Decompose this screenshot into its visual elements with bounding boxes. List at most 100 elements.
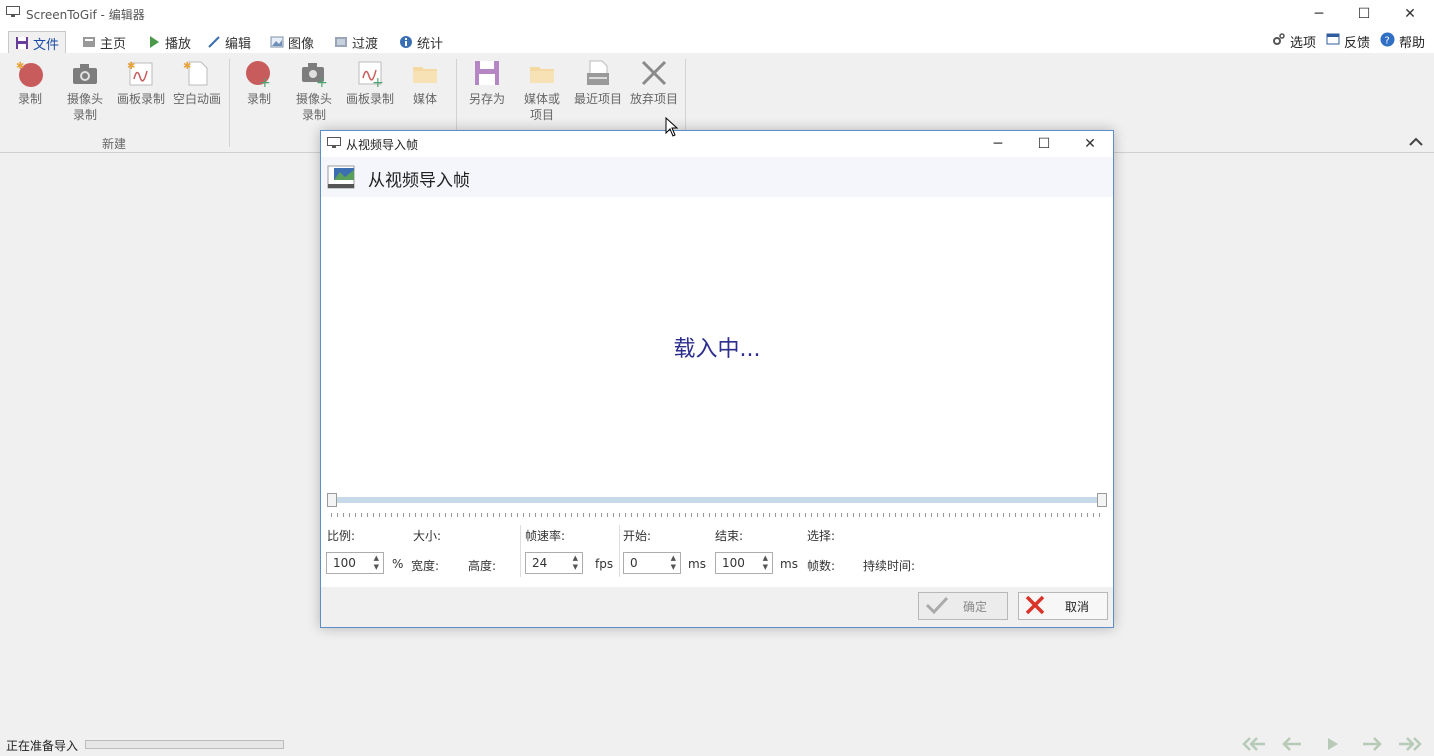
new-board-button[interactable]: ✱ 画板录制 xyxy=(113,59,169,107)
end-stepper[interactable]: 100 ▲ ▼ xyxy=(715,552,773,574)
selection-label: 选择: xyxy=(807,529,836,543)
last-frame-icon[interactable] xyxy=(1398,736,1424,755)
new-record-button[interactable]: ✱ 录制 xyxy=(2,59,58,107)
stepper-arrows-icon[interactable]: ▲ ▼ xyxy=(763,554,768,572)
tab-transition[interactable]: 过渡 xyxy=(328,31,384,53)
tab-statistics[interactable]: 统计 xyxy=(393,31,449,53)
ok-button[interactable]: 确定 xyxy=(918,592,1008,620)
svg-text:+: + xyxy=(316,75,328,87)
feedback-icon xyxy=(1326,32,1340,50)
ribbon-separator xyxy=(229,59,230,147)
import-progress-bar xyxy=(85,740,284,749)
help-icon: ? xyxy=(1380,32,1395,51)
record-icon: ✱ xyxy=(16,59,44,87)
insert-webcam-button[interactable]: + 摄像头 录制 xyxy=(286,59,342,123)
recent-icon xyxy=(584,59,612,87)
dialog-header: 从视频导入帧 xyxy=(321,157,1113,197)
duration-label: 持续时间: xyxy=(863,559,916,573)
play-icon[interactable] xyxy=(1326,736,1340,755)
discard-project-button[interactable]: 放弃项目 xyxy=(626,59,682,107)
loading-text: 载入中... xyxy=(321,331,1113,363)
dialog-maximize-button[interactable]: ☐ xyxy=(1021,131,1067,157)
folder-icon xyxy=(411,59,439,87)
window-title: ScreenToGif - 编辑器 xyxy=(26,8,145,22)
cancel-label: 取消 xyxy=(1065,599,1090,614)
minimize-button[interactable]: ─ xyxy=(1296,0,1342,28)
discard-x-icon xyxy=(640,59,668,87)
record-add-icon: + xyxy=(245,59,273,91)
tab-label: 主页 xyxy=(100,36,127,52)
stepper-arrows-icon[interactable]: ▲ ▼ xyxy=(671,554,676,572)
stepper-arrows-icon[interactable]: ▲ ▼ xyxy=(573,554,578,572)
image-icon xyxy=(270,35,284,49)
tab-image[interactable]: 图像 xyxy=(264,31,320,53)
check-icon xyxy=(925,595,949,618)
gear-icon xyxy=(1272,32,1286,50)
button-label: 媒体或 xyxy=(523,92,560,106)
range-end-thumb[interactable] xyxy=(1097,493,1107,507)
help-button[interactable]: ? 帮助 xyxy=(1380,31,1425,51)
previous-frame-icon[interactable] xyxy=(1281,736,1303,755)
end-label: 结束: xyxy=(715,529,744,543)
insert-media-button[interactable]: 媒体 xyxy=(397,59,453,107)
options-button[interactable]: 选项 xyxy=(1272,31,1316,51)
folder-icon xyxy=(528,59,556,87)
svg-text:✱: ✱ xyxy=(16,61,24,72)
save-icon xyxy=(15,36,29,50)
insert-board-button[interactable]: + 画板录制 xyxy=(342,59,398,107)
scale-stepper[interactable]: 100 ▲ ▼ xyxy=(326,552,384,574)
range-slider-track[interactable] xyxy=(329,497,1105,503)
collapse-ribbon-icon[interactable] xyxy=(1408,135,1424,151)
save-icon xyxy=(473,59,501,87)
dialog-close-button[interactable]: ✕ xyxy=(1067,131,1113,157)
tab-home[interactable]: 主页 xyxy=(76,31,132,53)
status-bar: 正在准备导入 xyxy=(0,733,1434,756)
svg-text:✱: ✱ xyxy=(127,61,135,72)
dialog-minimize-button[interactable]: ─ xyxy=(975,131,1021,157)
button-label: 另存为 xyxy=(468,92,505,106)
maximize-button[interactable]: ☐ xyxy=(1341,0,1387,28)
svg-text:+: + xyxy=(372,75,384,87)
close-button[interactable]: ✕ xyxy=(1387,0,1433,28)
close-icon: ✕ xyxy=(1084,136,1096,152)
start-value: 0 xyxy=(630,556,638,570)
fps-stepper[interactable]: 24 ▲ ▼ xyxy=(525,552,583,574)
close-icon: ✕ xyxy=(1404,6,1416,22)
height-label: 高度: xyxy=(468,559,497,573)
recent-projects-button[interactable]: 最近项目 xyxy=(570,59,626,107)
blank-file-icon: ✱ xyxy=(183,59,211,87)
new-blank-button[interactable]: ✱ 空白动画 xyxy=(169,59,225,107)
next-frame-icon[interactable] xyxy=(1361,736,1383,755)
button-label: 录制 xyxy=(17,92,42,106)
tab-play[interactable]: 播放 xyxy=(141,31,197,53)
feedback-label: 反馈 xyxy=(1344,35,1371,51)
slider-ticks xyxy=(331,513,1103,517)
tab-file[interactable]: 文件 xyxy=(8,31,67,54)
app-icon xyxy=(6,6,20,18)
frames-label: 帧数: xyxy=(807,559,836,573)
svg-text:+: + xyxy=(259,75,271,87)
first-frame-icon[interactable] xyxy=(1240,736,1266,755)
divider xyxy=(520,525,521,577)
range-start-thumb[interactable] xyxy=(327,493,337,507)
button-label: 摄像头 xyxy=(295,92,332,106)
minimize-icon: ─ xyxy=(993,136,1003,152)
load-media-button[interactable]: 媒体或 项目 xyxy=(514,59,570,123)
help-label: 帮助 xyxy=(1399,35,1426,51)
tab-label: 图像 xyxy=(288,36,315,52)
new-webcam-button[interactable]: 摄像头 录制 xyxy=(57,59,113,123)
button-label: 空白动画 xyxy=(172,92,221,106)
insert-record-button[interactable]: + 录制 xyxy=(231,59,287,107)
save-as-button[interactable]: 另存为 xyxy=(459,59,515,107)
start-stepper[interactable]: 0 ▲ ▼ xyxy=(623,552,681,574)
fps-value: 24 xyxy=(532,556,548,570)
cancel-button[interactable]: 取消 xyxy=(1018,592,1108,620)
start-label: 开始: xyxy=(623,529,652,543)
stepper-arrows-icon[interactable]: ▲ ▼ xyxy=(374,554,379,572)
tab-edit[interactable]: 编辑 xyxy=(201,31,257,53)
tab-label: 统计 xyxy=(417,36,444,52)
fps-unit: fps xyxy=(595,557,614,571)
end-value: 100 xyxy=(722,556,745,570)
feedback-button[interactable]: 反馈 xyxy=(1326,31,1370,51)
options-label: 选项 xyxy=(1290,35,1317,51)
